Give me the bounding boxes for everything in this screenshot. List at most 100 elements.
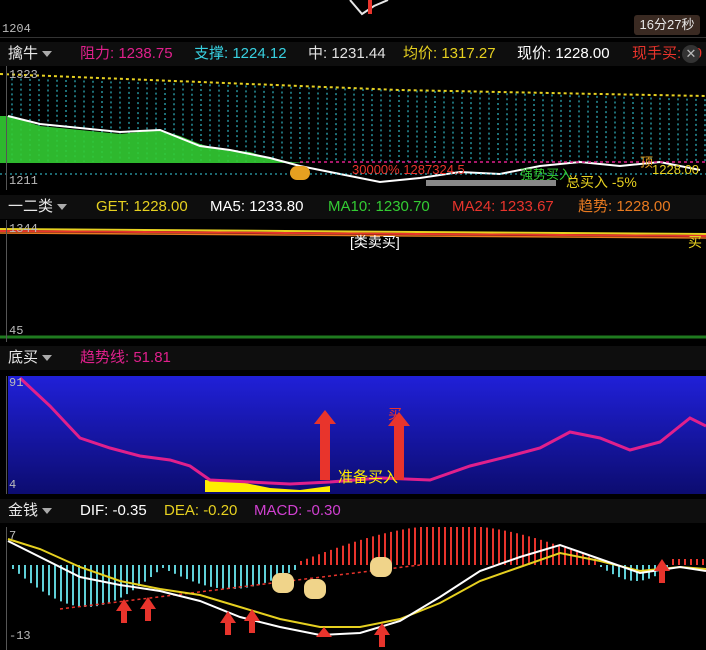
macd-bar xyxy=(36,565,38,588)
macd-bar xyxy=(582,554,584,565)
macd-bar xyxy=(474,527,476,565)
panel1-y-top: 1323 xyxy=(9,68,38,82)
macd-bar xyxy=(72,565,74,606)
timer-badge: 16分27秒 xyxy=(634,15,700,35)
macd-bar xyxy=(522,534,524,565)
macd-bar xyxy=(288,565,290,573)
red-bar-1 xyxy=(320,422,330,480)
panel1-anno3: 总买入 -5% xyxy=(566,174,637,190)
macd-bar xyxy=(192,565,194,582)
panel3-header: 底买 趋势线: 51.81 xyxy=(0,346,706,370)
macd-bar xyxy=(420,527,422,565)
macd-bar xyxy=(180,565,182,577)
macd-histogram xyxy=(12,527,704,607)
now-value: 现价: 1228.00 xyxy=(517,45,610,62)
macd-bar xyxy=(156,565,158,573)
yellow-dotted-line xyxy=(0,73,706,97)
macd-bar xyxy=(324,552,326,565)
macd-bar xyxy=(24,565,26,579)
macd-bar xyxy=(150,565,152,578)
close-icon[interactable]: ✕ xyxy=(682,45,700,63)
ma5-value: MA5: 1233.80 xyxy=(210,198,304,215)
macd-bar xyxy=(114,565,116,601)
macd-bar xyxy=(702,559,704,565)
macd-bar xyxy=(144,565,146,582)
macd-bar xyxy=(576,552,578,565)
macd-bar xyxy=(18,565,20,574)
macd-bar xyxy=(264,565,266,583)
macd-bar xyxy=(492,528,494,565)
panel4-chart: 7 -13 xyxy=(0,527,706,650)
panel2-y-top: 1344 xyxy=(9,222,38,236)
macd-bar xyxy=(102,565,104,605)
panel3-anno1: 准备买入 xyxy=(338,469,399,486)
macd-bar xyxy=(480,527,482,565)
macd-bar xyxy=(48,565,50,596)
macd-bar xyxy=(186,565,188,580)
macd-bar xyxy=(450,527,452,565)
panel1-chart: 1323 1211 30000% 1287324.5 强势买入 总买入 -5% … xyxy=(0,66,706,190)
macd-bar xyxy=(78,565,80,607)
macd-bar xyxy=(606,565,608,571)
trend-value: 趋势: 1228.00 xyxy=(578,198,671,215)
macd-bar xyxy=(60,565,62,602)
macd-value: MACD: -0.30 xyxy=(254,502,341,519)
indicator-select-dimai[interactable]: 底买 xyxy=(8,346,53,370)
macd-bar xyxy=(690,559,692,565)
macd-bar xyxy=(462,527,464,565)
macd-bar xyxy=(558,545,560,565)
coin-icon xyxy=(290,166,310,180)
macd-bar xyxy=(318,554,320,565)
macd-bar xyxy=(426,527,428,565)
macd-bar xyxy=(468,527,470,565)
macd-bar xyxy=(672,559,674,565)
avg-value: 均价: 1317.27 xyxy=(403,45,496,62)
macd-bar xyxy=(408,528,410,565)
macd-bar xyxy=(390,531,392,565)
macd-bar xyxy=(486,527,488,565)
macd-bar xyxy=(138,565,140,587)
macd-bar xyxy=(216,565,218,588)
dea-value: DEA: -0.20 xyxy=(164,502,238,519)
top-candle-fragment xyxy=(349,0,389,16)
resist-value: 阻力: 1238.75 xyxy=(80,45,173,62)
indicator-select-qinniu[interactable]: 擒牛 xyxy=(8,42,53,66)
panel4-svg xyxy=(7,527,706,647)
dif-value: DIF: -0.35 xyxy=(80,502,147,519)
macd-bar xyxy=(396,530,398,565)
macd-bar xyxy=(162,565,164,568)
dif-line xyxy=(7,540,706,637)
get-value: GET: 1228.00 xyxy=(96,198,188,215)
macd-bar xyxy=(312,556,314,565)
indicator-select-jinqian[interactable]: 金钱 xyxy=(8,499,53,523)
mid-value: 中: 1231.44 xyxy=(308,45,386,62)
panel2-y-bottom: 45 xyxy=(9,324,24,338)
panel2-header: 一二类 GET: 1228.00 MA5: 1233.80 MA10: 1230… xyxy=(0,195,706,219)
macd-bar xyxy=(168,565,170,571)
panel1-header: 擒牛 阻力: 1238.75 支撑: 1224.12 中: 1231.44 均价… xyxy=(0,42,706,66)
macd-bar xyxy=(204,565,206,586)
panel2-chart: 1344 45 [类卖买] 买 xyxy=(0,220,706,342)
panel4-y-top: 7 xyxy=(9,529,17,543)
macd-bar xyxy=(222,565,224,589)
macd-bar xyxy=(630,565,632,581)
macd-bar xyxy=(240,565,242,589)
panel2-anno2: 买 xyxy=(688,234,702,250)
macd-bar xyxy=(54,565,56,599)
panel1-anno2: 强势买入 xyxy=(520,167,573,182)
top-strip: 1204 16分27秒 xyxy=(0,0,706,38)
indicator-select-yierlei[interactable]: 一二类 xyxy=(8,195,68,219)
macd-bar xyxy=(564,547,566,565)
macd-bar xyxy=(414,527,416,565)
macd-bar xyxy=(330,549,332,565)
macd-bar xyxy=(258,565,260,585)
macd-bar xyxy=(84,565,86,607)
macd-bar xyxy=(354,541,356,565)
macd-bar xyxy=(198,565,200,584)
macd-bar xyxy=(252,565,254,587)
macd-bar xyxy=(696,559,698,565)
panel3-chart: 91 4 准备买入 买 xyxy=(0,376,706,494)
macd-bar xyxy=(432,527,434,565)
macd-bar xyxy=(174,565,176,574)
panel4-header: 金钱 DIF: -0.35 DEA: -0.20 MACD: -0.30 xyxy=(0,499,706,523)
